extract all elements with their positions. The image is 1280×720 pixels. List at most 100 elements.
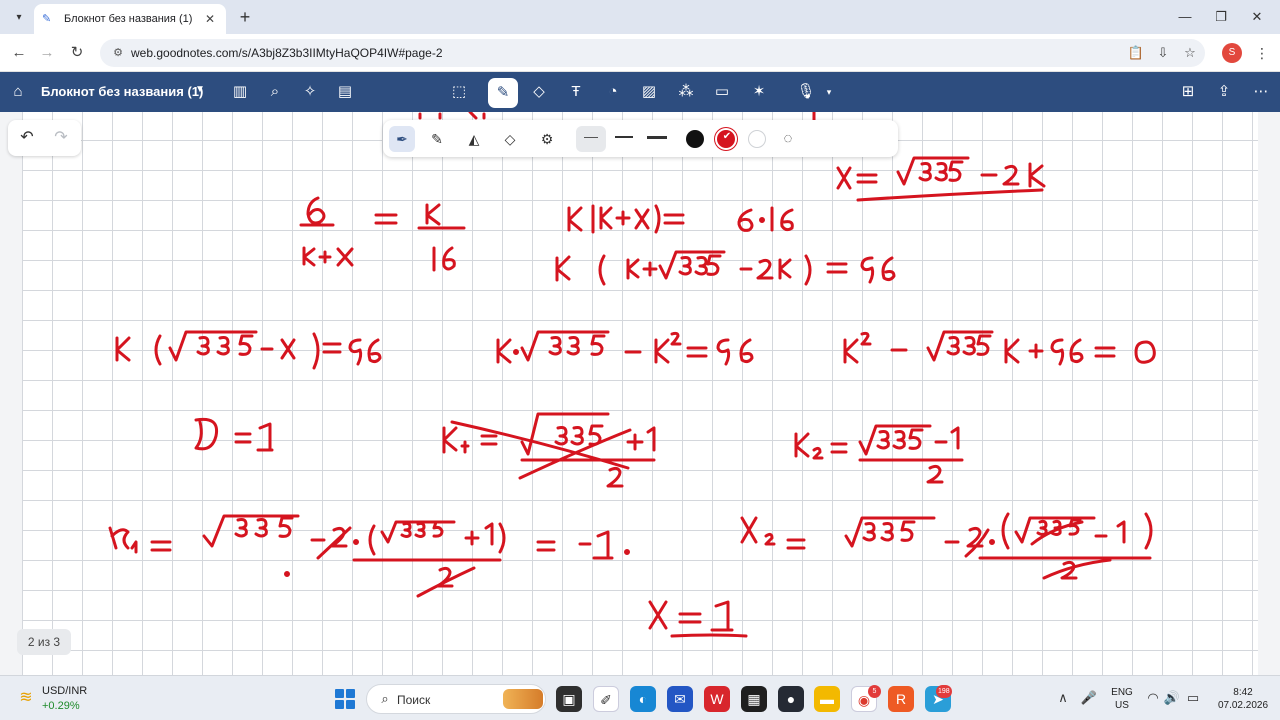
keyboard-language[interactable]: ENG US	[1108, 686, 1136, 712]
chevron-down-icon[interactable]: ▼	[195, 84, 205, 95]
microphone-icon[interactable]: 🎙	[795, 81, 817, 103]
ink-k-sqrt335-minus-k-eq-96	[115, 330, 382, 370]
ink-x2-long	[740, 512, 1153, 580]
stroke-thin-button[interactable]	[576, 126, 606, 152]
edge-icon[interactable]: ◐	[630, 686, 656, 712]
pen-settings-icon[interactable]: ⚙	[534, 126, 560, 152]
notebook-title[interactable]: Блокнот без названия (1)	[41, 84, 203, 99]
store-icon[interactable]: ▦	[741, 686, 767, 712]
file-explorer-icon[interactable]: ▬	[814, 686, 840, 712]
tab-search-chevron-icon[interactable]: ▾	[8, 7, 30, 27]
ink-x-eq-1-answer	[648, 600, 748, 638]
undo-redo-group: ↶ ↷	[8, 120, 81, 156]
image-icon[interactable]: ▨	[638, 81, 660, 103]
back-arrow-icon[interactable]: ←	[8, 42, 30, 64]
windows-start-icon[interactable]	[335, 689, 355, 709]
search-placeholder: Поиск	[397, 693, 431, 707]
omnibox[interactable]: ⚙ web.goodnotes.com/s/A3bj8Z3b3IIMtyHaQO…	[100, 39, 1205, 67]
profile-avatar[interactable]: S	[1222, 43, 1242, 63]
tray-expand-chevron-icon[interactable]: ∧	[1054, 690, 1072, 706]
url-text[interactable]: web.goodnotes.com/s/A3bj8Z3b3IIMtyHaQOP4…	[131, 46, 443, 60]
keyboard-layout: US	[1115, 700, 1129, 711]
restore-icon[interactable]: ❐	[1206, 6, 1236, 28]
shape-pen-icon[interactable]: ◇	[497, 126, 523, 152]
close-tab-icon[interactable]: ✕	[202, 12, 218, 26]
more-options-icon[interactable]: ⋯	[1250, 81, 1272, 103]
redo-icon[interactable]: ↷	[50, 127, 72, 149]
outlook-icon[interactable]: ✉	[667, 686, 693, 712]
ink-fraction-k-over-16	[417, 203, 466, 272]
thumbnails-icon[interactable]: ▥	[229, 81, 251, 103]
sticky-note-icon[interactable]: ▭	[711, 81, 733, 103]
stroke-medium-icon[interactable]	[615, 136, 633, 138]
window-close-icon[interactable]: ✕	[1242, 6, 1272, 28]
ink-k-k-sqrt335-minus-2k-eq-96	[555, 250, 896, 286]
ball-pen-icon[interactable]: ✎	[424, 126, 450, 152]
ink-fraction-6-over-k-plus-x	[299, 196, 354, 267]
add-page-icon[interactable]: ⊞	[1177, 81, 1199, 103]
inkscape-icon[interactable]: ✐	[593, 686, 619, 712]
bookmark-star-icon[interactable]: ☆	[1181, 44, 1199, 62]
lasso-select-icon[interactable]: ⬚	[448, 81, 470, 103]
brush-pen-icon[interactable]: ◭	[461, 126, 487, 152]
selected-color-check-icon: ✔	[722, 131, 732, 142]
task-view-icon[interactable]: ▣	[556, 686, 582, 712]
volume-icon[interactable]: 🔊	[1163, 690, 1181, 706]
ink-x1-eq-minus-1	[108, 514, 630, 598]
microphone-tray-icon[interactable]: 🎤	[1080, 690, 1098, 706]
undo-icon[interactable]: ↶	[16, 127, 38, 149]
add-color-icon[interactable]: ◌	[775, 126, 801, 152]
new-tab-plus-icon[interactable]: +	[234, 6, 256, 28]
mic-chevron-icon[interactable]: ▾	[818, 81, 840, 103]
clock-date: 07.02.2026	[1217, 700, 1269, 711]
search-icon: ⌕	[381, 691, 389, 706]
page-indicator[interactable]: 2 из 3	[17, 629, 71, 655]
address-bar-row: ← → ↻ ⚙ web.goodnotes.com/s/A3bj8Z3b3IIM…	[0, 34, 1280, 72]
eraser-icon[interactable]: ◇	[528, 81, 550, 103]
share-icon[interactable]: ⇪	[1213, 81, 1235, 103]
minimize-icon[interactable]: —	[1170, 6, 1200, 28]
elements-icon[interactable]: ⁂	[675, 81, 697, 103]
ink-k-sqrt335-minus-k2-eq-96	[496, 330, 754, 366]
color-swatch-white[interactable]	[748, 130, 766, 148]
language-code: ENG	[1111, 687, 1133, 698]
wps-office-icon[interactable]: W	[704, 686, 730, 712]
stock-delta[interactable]: +0.29%	[42, 700, 80, 712]
stroke-thin-icon	[584, 137, 598, 138]
stock-name[interactable]: USD/INR	[42, 685, 87, 697]
system-clock[interactable]: 8:42 07.02.2026	[1212, 686, 1274, 712]
clock-time: 8:42	[1233, 687, 1253, 698]
ink-x-eq-sqrt-335-minus-2k	[836, 156, 1046, 202]
laser-pointer-icon[interactable]: ✶	[748, 81, 770, 103]
color-swatch-black[interactable]	[686, 130, 704, 148]
document-icon[interactable]: ▤	[334, 81, 356, 103]
install-app-icon[interactable]: ⇩	[1154, 44, 1172, 62]
pen-tool-button[interactable]: ✎	[488, 78, 518, 108]
stock-widget-icon[interactable]: ≋	[16, 688, 36, 708]
search-highlight-image	[503, 689, 543, 709]
browser-tab-strip: ▾ ✎ Блокнот без названия (1) ✕ + — ❐ ✕	[0, 0, 1280, 34]
pen-icon: ✎	[496, 84, 510, 101]
media-app-icon[interactable]: ●	[778, 686, 804, 712]
fountain-pen-icon[interactable]: ✒	[389, 126, 415, 152]
ink-k-k-plus-x-eq-6-16	[567, 204, 794, 234]
reload-icon[interactable]: ↻	[66, 42, 88, 64]
ink-equals-1	[374, 213, 398, 225]
browser-tab-active[interactable]: ✎ Блокнот без названия (1) ✕	[34, 4, 226, 34]
stroke-thick-icon[interactable]	[647, 136, 667, 139]
reader-app-icon[interactable]: R	[888, 686, 914, 712]
home-icon[interactable]: ⌂	[7, 81, 29, 103]
handwritten-math-ink	[108, 112, 1156, 638]
shapes-icon[interactable]: ◔	[602, 81, 624, 103]
ai-sparkle-icon[interactable]: ✧	[299, 81, 321, 103]
taskbar-search[interactable]: ⌕ Поиск	[366, 684, 546, 714]
wifi-icon[interactable]: ◠	[1144, 690, 1162, 706]
ink-x2-fraction	[794, 424, 964, 484]
site-info-icon[interactable]: ⚙	[110, 45, 126, 61]
clipboard-icon[interactable]: 📋	[1127, 44, 1145, 62]
battery-icon[interactable]: ▭	[1184, 690, 1202, 706]
search-icon[interactable]: ⌕	[264, 81, 286, 103]
forward-arrow-icon[interactable]: →	[36, 42, 58, 64]
text-box-icon[interactable]: Ŧ	[565, 81, 587, 103]
browser-menu-icon[interactable]: ⋮	[1254, 43, 1270, 63]
